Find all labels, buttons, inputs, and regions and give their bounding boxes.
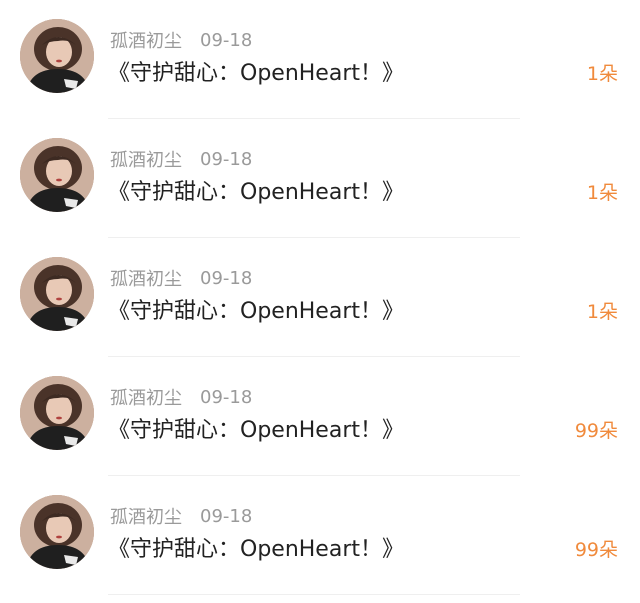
avatar-photo-icon [20,495,94,569]
avatar-photo-icon [20,257,94,331]
username[interactable]: 孤酒初尘 [110,265,182,291]
list-item[interactable]: 孤酒初尘 09-18 《守护甜心：OpenHeart！》 99朵 [0,476,640,595]
work-title[interactable]: 《守护甜心：OpenHeart！》 [108,534,404,566]
avatar[interactable] [20,376,94,450]
date-label: 09-18 [200,386,253,408]
work-title[interactable]: 《守护甜心：OpenHeart！》 [108,415,404,447]
flower-count: 99朵 [574,420,618,442]
list-item[interactable]: 孤酒初尘 09-18 《守护甜心：OpenHeart！》 1朵 [0,119,640,238]
avatar-photo-icon [20,19,94,93]
date-label: 09-18 [200,505,253,527]
username[interactable]: 孤酒初尘 [110,503,182,529]
item-meta: 孤酒初尘 09-18 [110,384,252,410]
item-meta: 孤酒初尘 09-18 [110,503,252,529]
item-meta: 孤酒初尘 09-18 [110,265,252,291]
list-item[interactable]: 孤酒初尘 09-18 《守护甜心：OpenHeart！》 1朵 [0,0,640,119]
list-item[interactable]: 孤酒初尘 09-18 《守护甜心：OpenHeart！》 1朵 [0,238,640,357]
avatar-photo-icon [20,376,94,450]
flower-count: 1朵 [586,301,618,323]
avatar[interactable] [20,495,94,569]
item-meta: 孤酒初尘 09-18 [110,27,252,53]
gift-list: 孤酒初尘 09-18 《守护甜心：OpenHeart！》 1朵 孤酒初尘 09-… [0,0,640,603]
work-title[interactable]: 《守护甜心：OpenHeart！》 [108,177,404,209]
date-label: 09-18 [200,148,253,170]
flower-count: 1朵 [586,182,618,204]
date-label: 09-18 [200,267,253,289]
list-item[interactable]: 孤酒初尘 09-18 《守护甜心：OpenHeart！》 99朵 [0,357,640,476]
username[interactable]: 孤酒初尘 [110,384,182,410]
work-title[interactable]: 《守护甜心：OpenHeart！》 [108,58,404,90]
flower-count: 99朵 [574,539,618,561]
avatar[interactable] [20,19,94,93]
flower-count: 1朵 [586,63,618,85]
avatar-photo-icon [20,138,94,212]
date-label: 09-18 [200,29,253,51]
divider [108,594,520,595]
avatar[interactable] [20,138,94,212]
item-meta: 孤酒初尘 09-18 [110,146,252,172]
username[interactable]: 孤酒初尘 [110,27,182,53]
work-title[interactable]: 《守护甜心：OpenHeart！》 [108,296,404,328]
username[interactable]: 孤酒初尘 [110,146,182,172]
avatar[interactable] [20,257,94,331]
